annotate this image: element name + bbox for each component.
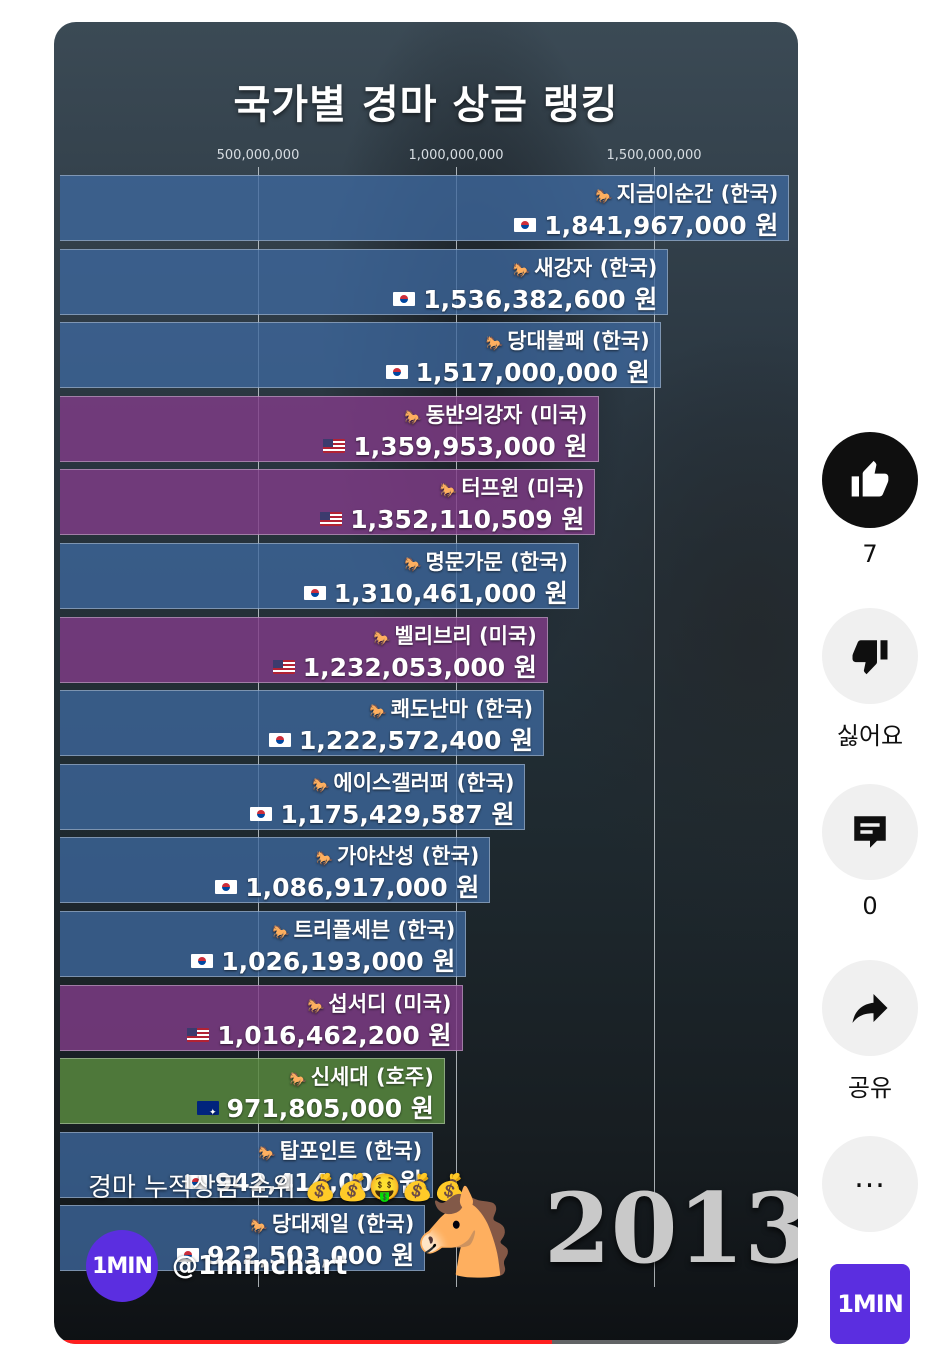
bar-name-label: 🐎 새강자 (한국) [512,255,658,280]
share-icon [852,994,888,1023]
horse-icon: 🐎 [512,262,531,279]
share-label: 공유 [847,1074,893,1102]
channel-info[interactable]: 1MIN @1minchart [86,1230,347,1302]
dislike-button[interactable] [822,608,918,704]
bar-name-label: 🐎 터프윈 (미국) [439,476,585,501]
ranking-bar: 🐎 지금이순간 (한국) 1,841,967,000 원 [60,175,790,241]
like-button[interactable] [822,432,918,528]
bar-name-label: 🐎 벨리브리 (미국) [373,623,537,648]
bar-name-label: 🐎 에이스갤러퍼 (한국) [311,770,515,795]
flag-icon-us [187,1027,210,1042]
comment-button[interactable] [822,784,918,880]
like-count: 7 [862,540,878,568]
progress-bar[interactable] [54,1340,798,1344]
axis-tick-label: 500,000,000 [216,148,300,163]
ranking-bar: 🐎 터프윈 (미국) 1,352,110,509 원 [60,469,596,536]
horse-icon: 🐎 [311,777,330,794]
bar-value-label: 1,517,000,000 원 [385,358,650,388]
share-button[interactable] [822,960,918,1056]
ranking-bar: 🐎 쾌도난마 (한국) 1,222,572,400 원 [60,690,545,757]
bar-value-label: 1,222,572,400 원 [268,726,533,756]
video-title-overlay: 국가별 경마 상금 랭킹 [233,82,619,128]
ranking-bar: 🐎 가야산성 (한국) 1,086,917,000 원 [60,837,491,904]
bar-name-label: 🐎 쾌도난마 (한국) [369,697,534,722]
flag-icon-kr [191,954,214,968]
bar-value-label: 1,359,953,000 원 [323,432,588,462]
thumbs-down-icon [852,640,888,675]
flag-icon-kr [385,365,408,380]
ranking-bar: 🐎 당대불패 (한국) 1,517,000,000 원 [60,322,661,389]
flag-icon-us [272,659,295,674]
bar-name-label: 🐎 동반의강자 (미국) [404,402,588,427]
bar-name-label: 🐎 트리플세븐 (한국) [272,918,456,942]
horse-icon: 🐎 [373,630,391,647]
horse-icon: 🐎 [404,557,422,573]
ranking-bar: 🐎 트리플세븐 (한국) 1,026,193,000 원 [60,911,467,977]
horse-icon: 🐎 [258,1145,276,1162]
dislike-label: 싫어요 [836,722,904,750]
comment-icon [854,816,886,848]
axis-tick-label: 1,500,000,000 [606,148,702,163]
bar-name-label: 🐎 당대불패 (한국) [485,329,650,354]
flag-icon-us [323,438,346,453]
flag-icon-kr [268,733,291,748]
horse-icon: 🐎 [404,409,422,426]
more-button[interactable]: ... [822,1136,918,1232]
flag-icon-au [196,1098,219,1128]
horse-icon: 🐎 [272,925,290,941]
channel-handle[interactable]: @1minchart [172,1251,347,1281]
bar-name-label: 🐎 지금이순간 (한국) [595,182,779,206]
ranking-bar: 🐎 동반의강자 (미국) 1,359,953,000 원 [60,395,599,462]
axis-tick-label: 1,000,000,000 [408,148,504,163]
flag-icon-kr [393,291,416,306]
bar-value-label: 1,016,462,200 원 [187,1021,452,1051]
horse-icon: 🐎 [306,998,325,1015]
comment-count: 0 [862,892,878,920]
bar-value-label: 1,536,382,600 원 [393,285,657,315]
bar-value-label: 1,310,461,000 원 [303,579,568,609]
horse-icon: 🐎 [485,336,504,353]
flag-icon-kr [250,806,273,821]
horse-icon: 🐎 [315,851,333,868]
bar-name-label: 🐎 명문가문 (한국) [404,550,568,574]
flag-icon-kr [514,218,537,232]
horse-icon: 🐎 [595,189,613,205]
thumbs-up-icon [851,460,889,497]
bar-value-label: 1,232,053,000 원 [272,653,537,683]
year-label: 2013 [544,1172,798,1285]
shorts-video-player[interactable]: 국가별 경마 상금 랭킹 500,000,000 1,000,000,000 1,5… [54,22,798,1344]
ranking-bar: 🐎 에이스갤러퍼 (한국) 1,175,429,587 원 [60,763,526,830]
ranking-bar: 🐎 섭서디 (미국) 1,016,462,200 원 [60,984,463,1051]
bar-value-label: 1,841,967,000 원 [514,211,778,241]
flag-icon-kr [303,586,326,600]
bar-value-label: 1,175,429,587 원 [250,800,514,830]
flag-icon-us [320,512,343,527]
horse-icon: 🐎 [369,704,387,721]
horse-icon: 🐎 [439,483,458,500]
bar-name-label: 🐎 탑포인트 (한국) [258,1138,423,1163]
bar-value-label: 1,086,917,000 원 [215,873,479,903]
channel-avatar[interactable]: 1MIN [86,1230,158,1302]
bar-value-label: 1,352,110,509 원 [320,505,584,535]
horse-icon: 🐎 [289,1072,307,1089]
ranking-bar: 🐎신세대 (호주) 971,805,000 원 [60,1058,445,1128]
ranking-bar: 🐎 새강자 (한국) 1,536,382,600 원 [60,248,669,315]
video-caption[interactable]: 경마 누적상금 순위 💰💰🤑💰💰 [88,1167,466,1204]
horse-icon: 🐴 [412,1183,517,1281]
bar-name-label: 🐎 가야산성 (한국) [315,844,480,869]
bar-name-label: 🐎 섭서디 (미국) [306,991,452,1016]
progress-fill [54,1340,553,1344]
ranking-bar: 🐎 벨리브리 (미국) 1,232,053,000 원 [60,616,548,683]
ranking-bar: 🐎 명문가문 (한국) 1,310,461,000 원 [60,543,579,609]
bar-name-label: 🐎 신세대 (호주) [289,1065,434,1090]
flag-icon-kr [215,880,238,895]
side-channel-avatar[interactable]: 1MIN [830,1264,910,1344]
bar-value-label: 1,026,193,000 원 [191,947,455,977]
more-icon: ... [854,1160,886,1195]
bar-value-label: 971,805,000 원 [196,1094,434,1128]
